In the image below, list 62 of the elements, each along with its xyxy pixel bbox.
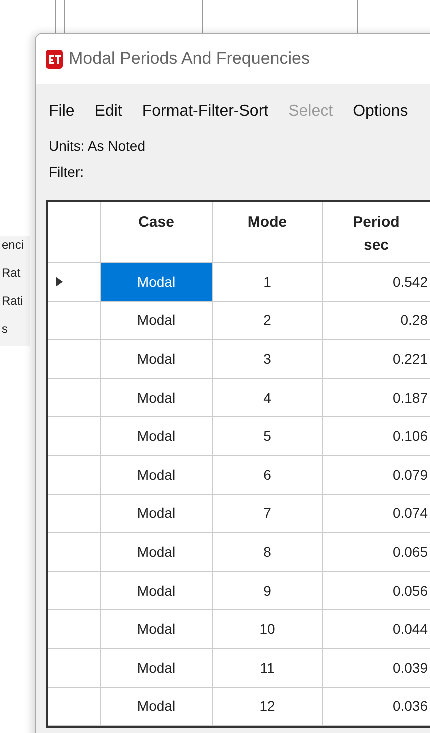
row-header[interactable]	[48, 648, 101, 688]
row-header[interactable]	[48, 302, 101, 340]
background-text: Rat	[1, 265, 22, 282]
table-cell: 10	[213, 610, 323, 649]
table-cell: 0.187	[323, 378, 430, 418]
table-cell[interactable]: Modal	[101, 494, 213, 534]
row-header[interactable]	[48, 340, 101, 379]
row-header[interactable]	[48, 417, 101, 456]
row-header[interactable]	[48, 572, 101, 610]
column-header[interactable]: Period sec	[323, 202, 430, 263]
table-cell[interactable]: Modal	[101, 340, 213, 379]
table-cell: 0.106	[323, 417, 430, 456]
menu-item[interactable]: Options	[353, 103, 408, 121]
background-text: enci	[1, 237, 26, 254]
row-header[interactable]	[48, 494, 101, 534]
table-cell: 0.221	[323, 340, 430, 379]
table-cell: 0.079	[323, 456, 430, 495]
table-cell[interactable]: Modal	[101, 688, 213, 726]
row-header[interactable]	[48, 610, 101, 649]
table-cell[interactable]: Modal	[101, 648, 213, 688]
window-title: Modal Periods And Frequencies	[69, 49, 310, 69]
menu-item[interactable]: Format-Filter-Sort	[142, 103, 269, 121]
background-text: s	[1, 321, 9, 338]
table-cell[interactable]: Modal	[101, 302, 213, 340]
table-cell[interactable]: Modal	[101, 610, 213, 649]
table-cell: 0.542	[323, 263, 430, 302]
table-cell: 4	[213, 378, 323, 418]
row-header[interactable]	[48, 533, 101, 572]
table-cell: 0.056	[323, 572, 430, 610]
background-text: Rati	[1, 293, 24, 310]
table-cell: 7	[213, 494, 323, 534]
table-cell: 0.036	[323, 688, 430, 726]
table-cell[interactable]: Modal	[101, 572, 213, 610]
table-cell[interactable]: Modal	[101, 533, 213, 572]
table-cell[interactable]: Modal	[101, 263, 213, 302]
table-cell: 0.28	[323, 302, 430, 340]
table-cell[interactable]: Modal	[101, 417, 213, 456]
table-cell[interactable]: Modal	[101, 456, 213, 495]
menu-item[interactable]: File	[49, 103, 75, 121]
table-cell: 12	[213, 688, 323, 726]
app-logo-icon	[46, 50, 63, 68]
row-header[interactable]	[48, 688, 101, 726]
row-header[interactable]	[48, 378, 101, 418]
column-header[interactable]: Mode	[213, 202, 323, 263]
table-cell: 0.044	[323, 610, 430, 649]
table-cell: 1	[213, 263, 323, 302]
corner-header	[48, 202, 101, 263]
table-cell: 6	[213, 456, 323, 495]
table-cell: 0.074	[323, 494, 430, 534]
table-cell: 8	[213, 533, 323, 572]
table-cell: 3	[213, 340, 323, 379]
filter-label: Filter:	[49, 164, 85, 180]
table-cell: 2	[213, 302, 323, 340]
table-cell: 11	[213, 648, 323, 688]
table-cell: 0.039	[323, 648, 430, 688]
table-cell: 0.065	[323, 533, 430, 572]
row-header[interactable]	[48, 456, 101, 495]
table-cell[interactable]: Modal	[101, 378, 213, 418]
units-label: Units: As Noted	[49, 138, 146, 154]
table-cell: 9	[213, 572, 323, 610]
menu-item[interactable]: Edit	[94, 103, 122, 121]
table-cell: 5	[213, 417, 323, 456]
